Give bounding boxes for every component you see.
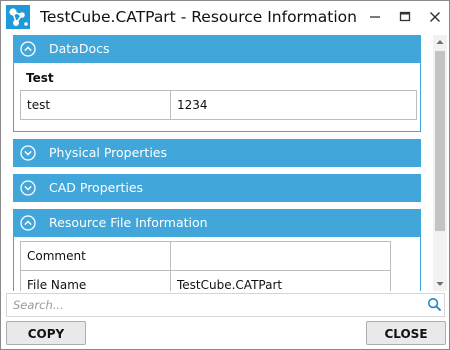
app-icon [6, 5, 30, 29]
chevron-up-circle-icon [20, 41, 36, 57]
section-title: Resource File Information [49, 215, 208, 230]
resource-file-table: Comment File Name TestCube.CATPart [20, 241, 391, 291]
section-datadocs: DataDocs Test test 1234 [13, 35, 421, 132]
maximize-button[interactable] [395, 7, 415, 27]
property-value[interactable] [170, 241, 391, 271]
chevron-down-circle-icon [20, 145, 36, 161]
section-header-cad-properties[interactable]: CAD Properties [13, 174, 421, 202]
section-physical-properties: Physical Properties [13, 139, 421, 167]
property-value[interactable]: TestCube.CATPart [170, 270, 391, 291]
section-header-resource-file-information[interactable]: Resource File Information [13, 209, 421, 237]
section-title: DataDocs [49, 41, 110, 56]
minimize-icon [370, 16, 380, 18]
table-row: File Name TestCube.CATPart [20, 270, 391, 291]
scroll-thumb[interactable] [435, 51, 445, 231]
section-title: Physical Properties [49, 145, 167, 160]
copy-button[interactable]: COPY [6, 321, 86, 345]
group-title: Test [26, 71, 54, 85]
property-value[interactable]: 1234 [170, 90, 417, 120]
close-window-button[interactable] [425, 7, 445, 27]
section-resource-file-information: Resource File Information Comment File N… [13, 209, 421, 291]
section-header-datadocs[interactable]: DataDocs [13, 35, 421, 63]
maximize-icon [399, 11, 411, 22]
search-input[interactable] [7, 294, 419, 316]
close-button[interactable]: CLOSE [366, 321, 446, 345]
search-icon[interactable] [427, 297, 442, 312]
section-body-datadocs: Test test 1234 [13, 63, 421, 132]
close-icon [430, 12, 440, 22]
property-name: Comment [20, 241, 171, 271]
vertical-scrollbar[interactable] [433, 35, 447, 291]
table-row: test 1234 [20, 90, 417, 120]
resource-info-window: TestCube.CATPart - Resource Information [0, 0, 450, 350]
title-bar[interactable]: TestCube.CATPart - Resource Information [1, 1, 449, 33]
scroll-up-arrow-icon[interactable] [435, 37, 445, 47]
section-cad-properties: CAD Properties [13, 174, 421, 202]
chevron-down-circle-icon [20, 180, 36, 196]
table-row: Comment [20, 241, 391, 271]
datadocs-table: test 1234 [20, 90, 417, 120]
section-header-physical-properties[interactable]: Physical Properties [13, 139, 421, 167]
section-body-resource-file: Comment File Name TestCube.CATPart [13, 237, 421, 291]
minimize-button[interactable] [365, 7, 385, 27]
window-title: TestCube.CATPart - Resource Information [40, 8, 357, 26]
chevron-up-circle-icon [20, 215, 36, 231]
property-name: File Name [20, 270, 171, 291]
section-title: CAD Properties [49, 180, 144, 195]
scroll-down-arrow-icon[interactable] [435, 279, 445, 289]
search-box [6, 293, 445, 317]
property-name: test [20, 90, 171, 120]
sections-panel: DataDocs Test test 1234 Physical Propert… [7, 35, 431, 291]
